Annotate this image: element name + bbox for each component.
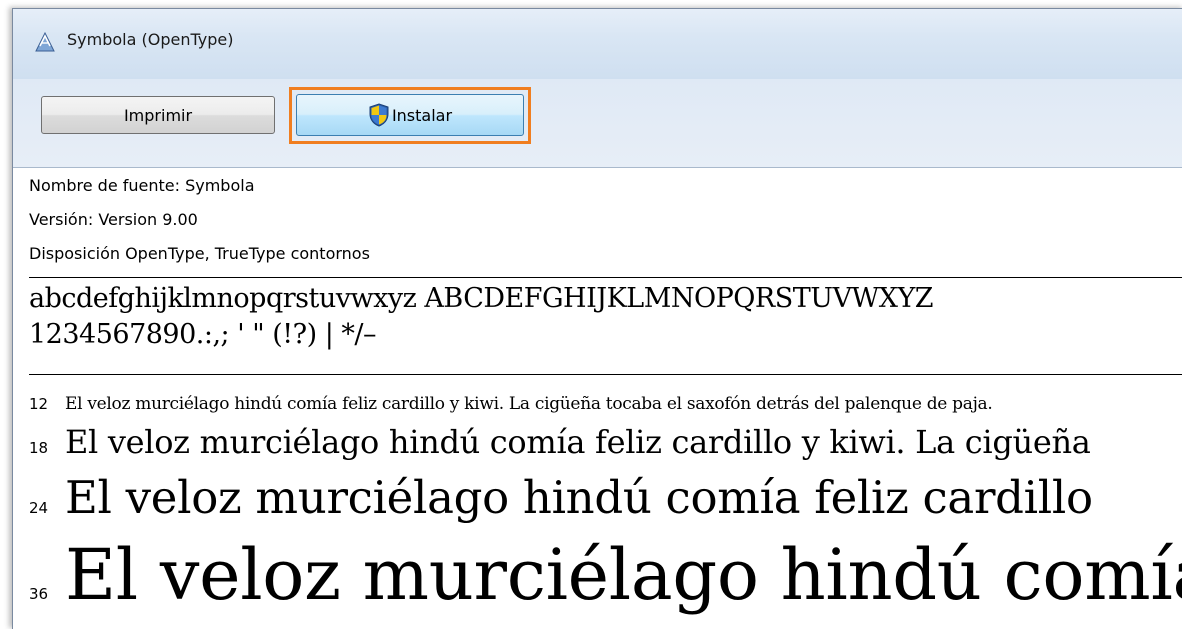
print-button-label: Imprimir [123,105,193,125]
install-button-highlight: Instalar [289,87,531,144]
font-file-icon [35,31,55,52]
title-bar[interactable]: Symbola (OpenType) [13,9,1182,79]
font-name-line: Nombre de fuente: Symbola [29,176,255,195]
uac-shield-icon [368,103,390,127]
size-label: 12 [29,395,49,413]
install-button-label: Instalar [391,105,453,125]
sample-text: El veloz murciélago hindú comía [65,534,1182,616]
size-label: 36 [29,585,49,603]
install-button[interactable]: Instalar [296,94,524,136]
sample-text: El veloz murciélago hindú comía feliz ca… [65,394,993,414]
divider [29,374,1182,375]
character-sample: abcdefghijklmnopqrstuvwxyz ABCDEFGHIJKLM… [29,281,1182,353]
letters-sample: abcdefghijklmnopqrstuvwxyz ABCDEFGHIJKLM… [29,283,934,314]
divider [29,277,1182,278]
desktop-background [0,0,1182,8]
font-layout-line: Disposición OpenType, TrueType contornos [29,244,370,263]
window-title: Symbola (OpenType) [67,30,234,49]
font-info: Nombre de fuente: Symbola Versión: Versi… [29,169,1182,271]
sample-row-36: 36 El veloz murciélago hindú comía [29,525,1182,629]
sample-text: El veloz murciélago hindú comía feliz ca… [65,423,1091,461]
toolbar: Imprimir Instalar [13,79,1182,168]
sample-text: El veloz murciélago hindú comía feliz ca… [65,471,1093,524]
print-button[interactable]: Imprimir [41,96,275,134]
sample-row-12: 12 El veloz murciélago hindú comía feliz … [29,389,1182,419]
font-viewer-window: Symbola (OpenType) Imprimir Instalar Nom… [12,8,1182,629]
digits-sample: 1234567890.:,; ' " (!?) | */– [29,319,376,350]
font-version-line: Versión: Version 9.00 [29,210,198,229]
